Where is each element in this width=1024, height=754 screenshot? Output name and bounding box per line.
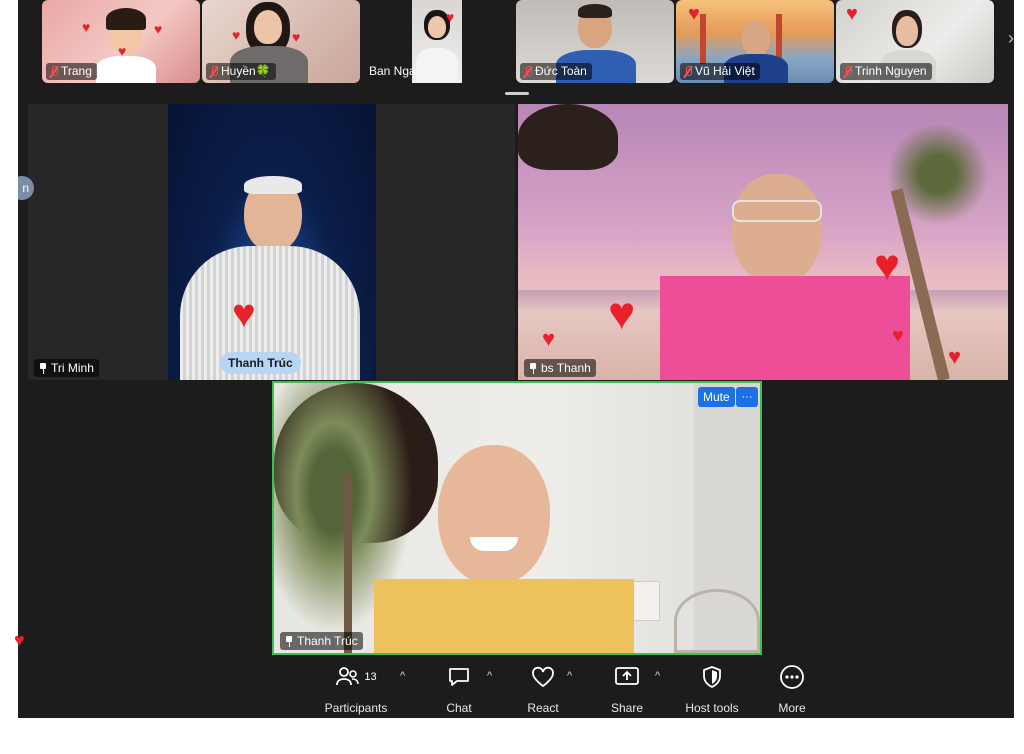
thumbnail-trang[interactable]: ♥ ♥ ♥ Trang bbox=[42, 0, 200, 83]
thumbnail-duc-toan[interactable]: Đức Toàn bbox=[516, 0, 674, 83]
chat-caret[interactable]: ^ bbox=[487, 670, 492, 682]
participant-label: Vũ Hải Việt bbox=[680, 63, 760, 80]
participant-label: bs Thanh bbox=[524, 359, 596, 377]
participants-label: Participants bbox=[324, 701, 388, 715]
more-options-button[interactable]: ··· bbox=[736, 387, 758, 407]
heart-icon: ♥ bbox=[154, 21, 163, 37]
share-label: Share bbox=[610, 701, 644, 715]
participant-video bbox=[438, 445, 550, 585]
pin-icon bbox=[39, 362, 47, 374]
share-caret[interactable]: ^ bbox=[655, 670, 660, 682]
thumbnail-vu-hai-viet[interactable]: ♥ Vũ Hải Việt bbox=[676, 0, 834, 83]
heart-icon: ♥ bbox=[14, 630, 25, 650]
heart-icon: ♥ bbox=[82, 19, 91, 35]
thumbnail-huyen[interactable]: ♥ ♥ Huyền🍀 bbox=[202, 0, 360, 83]
react-button[interactable]: React bbox=[522, 664, 564, 715]
heart-react-icon bbox=[532, 666, 554, 688]
shield-icon bbox=[703, 666, 721, 689]
heart-icon: ♥ bbox=[608, 287, 636, 339]
participant-label: Đức Toàn bbox=[520, 63, 592, 80]
heart-icon: ♥ bbox=[948, 344, 962, 369]
heart-icon: ♥ bbox=[542, 326, 556, 351]
mic-muted-icon bbox=[49, 65, 59, 78]
react-caret[interactable]: ^ bbox=[567, 670, 572, 682]
name-caption: Thanh Trúc bbox=[220, 352, 301, 374]
more-dots-icon bbox=[780, 665, 804, 689]
heart-icon: ♥ bbox=[688, 3, 700, 25]
participant-label: Trang bbox=[46, 63, 97, 80]
mute-button[interactable]: Mute bbox=[698, 387, 735, 407]
pin-icon bbox=[529, 362, 537, 374]
thumbnail-trinh-nguyen[interactable]: ♥ Trinh Nguyen bbox=[836, 0, 994, 83]
video-tile-thanh-truc-active[interactable]: Mute ··· Thanh Trúc bbox=[272, 381, 762, 655]
heart-icon: ♥ bbox=[292, 29, 301, 45]
share-screen-icon bbox=[615, 667, 639, 685]
participant-label: Thanh Trúc bbox=[280, 632, 363, 650]
more-button[interactable]: More bbox=[774, 664, 810, 715]
heart-icon: ♥ bbox=[874, 241, 901, 290]
chat-button[interactable]: Chat bbox=[438, 664, 480, 715]
heart-icon: ♥ bbox=[118, 43, 127, 59]
participants-button[interactable]: 13 Participants bbox=[318, 664, 394, 715]
participants-icon bbox=[336, 667, 360, 686]
participant-label: Ban Nga bbox=[369, 64, 416, 78]
host-tools-label: Host tools bbox=[685, 701, 739, 715]
mic-muted-icon bbox=[523, 65, 533, 78]
heart-icon: ♥ bbox=[232, 292, 256, 336]
host-tools-button[interactable]: Host tools bbox=[678, 664, 746, 715]
chat-icon bbox=[449, 668, 469, 686]
heart-icon: ♥ bbox=[846, 3, 858, 25]
meeting-toolbar: 13 Participants ^ Chat ^ React ^ Share ^… bbox=[18, 658, 1014, 718]
participant-label: Huyền🍀 bbox=[206, 63, 276, 80]
participants-count: 13 bbox=[364, 671, 377, 683]
heart-icon: ♥ bbox=[232, 27, 241, 43]
share-button[interactable]: Share bbox=[606, 664, 648, 715]
video-tile-bs-thanh[interactable]: ♥ ♥ ♥ ♥ ♥ bs Thanh bbox=[518, 104, 1008, 380]
heart-icon: ♥ bbox=[446, 9, 455, 25]
mic-muted-icon bbox=[843, 65, 853, 78]
more-label: More bbox=[778, 701, 806, 715]
pin-icon bbox=[285, 635, 293, 647]
mic-muted-icon bbox=[209, 65, 219, 78]
strip-next-arrow[interactable]: › bbox=[1008, 28, 1014, 49]
video-tile-tri-minh[interactable]: ♥ Thanh Trúc Tri Minh bbox=[28, 104, 515, 380]
strip-resize-handle[interactable] bbox=[505, 92, 529, 95]
react-label: React bbox=[527, 701, 559, 715]
participant-label: Tri Minh bbox=[34, 359, 99, 377]
participants-caret[interactable]: ^ bbox=[400, 670, 405, 682]
participant-label: Trinh Nguyen bbox=[840, 63, 932, 80]
participant-video bbox=[732, 174, 822, 284]
mic-muted-icon bbox=[683, 65, 693, 78]
zoom-meeting-window: ♥ ♥ ♥ Trang ♥ ♥ Huyền🍀 ♥ Ban Nga Đức Toà… bbox=[18, 0, 1014, 718]
thumbnail-ban-nga[interactable]: ♥ Ban Nga bbox=[362, 0, 512, 83]
heart-icon: ♥ bbox=[892, 325, 904, 347]
chat-label: Chat bbox=[446, 701, 472, 715]
